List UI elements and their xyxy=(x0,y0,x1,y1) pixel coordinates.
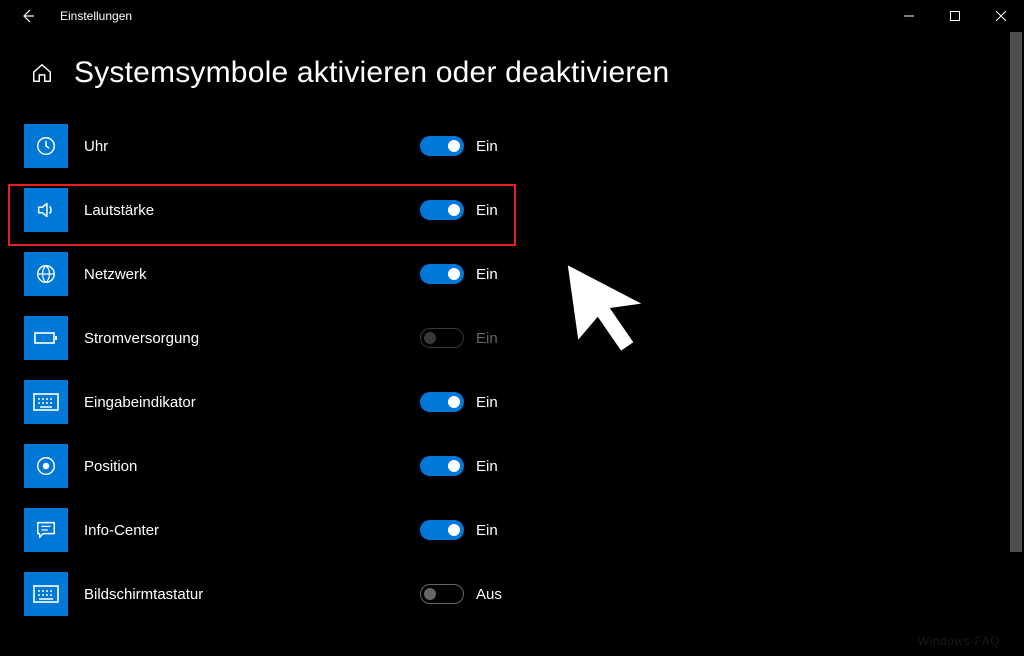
toggle-wrap: Ein xyxy=(420,136,498,156)
list-item-touch-keyboard: Bildschirmtastatur Aus xyxy=(24,562,1024,626)
toggle-input[interactable] xyxy=(420,392,464,412)
toggle-action-center[interactable] xyxy=(420,520,464,540)
list-item-action-center: Info-Center Ein xyxy=(24,498,1024,562)
back-arrow-icon xyxy=(20,8,36,24)
toggle-clock[interactable] xyxy=(420,136,464,156)
action-center-icon xyxy=(24,508,68,552)
toggle-wrap: Ein xyxy=(420,328,498,348)
toggle-wrap: Ein xyxy=(420,456,498,476)
list-item-network: Netzwerk Ein xyxy=(24,242,1024,306)
volume-icon xyxy=(24,188,68,232)
watermark: Windows-FAQ xyxy=(918,634,1000,648)
toggle-wrap: Ein xyxy=(420,264,498,284)
globe-icon xyxy=(24,252,68,296)
minimize-button[interactable] xyxy=(886,0,932,32)
list-item-label: Position xyxy=(84,458,404,475)
close-icon xyxy=(996,11,1006,21)
list-item-label: Bildschirmtastatur xyxy=(84,586,404,603)
toggle-network[interactable] xyxy=(420,264,464,284)
list-item-volume: Lautstärke Ein xyxy=(24,178,1024,242)
page-title: Systemsymbole aktivieren oder deaktivier… xyxy=(74,56,669,90)
list-item-power: Stromversorgung Ein xyxy=(24,306,1024,370)
battery-icon xyxy=(24,316,68,360)
toggle-volume[interactable] xyxy=(420,200,464,220)
window-controls xyxy=(886,0,1024,32)
toggle-wrap: Ein xyxy=(420,392,498,412)
back-button[interactable] xyxy=(12,8,44,24)
list-item-label: Eingabeindikator xyxy=(84,394,404,411)
location-icon xyxy=(24,444,68,488)
toggle-wrap: Aus xyxy=(420,584,502,604)
maximize-icon xyxy=(950,11,960,21)
list-item-input: Eingabeindikator Ein xyxy=(24,370,1024,434)
toggle-state-label: Ein xyxy=(476,394,498,411)
toggle-state-label: Ein xyxy=(476,138,498,155)
list-item-label: Netzwerk xyxy=(84,266,404,283)
toggle-state-label: Ein xyxy=(476,330,498,347)
titlebar: Einstellungen xyxy=(0,0,1024,32)
toggle-state-label: Aus xyxy=(476,586,502,603)
toggle-power xyxy=(420,328,464,348)
window-title: Einstellungen xyxy=(60,9,132,23)
list-item-clock: Uhr Ein xyxy=(24,114,1024,178)
clock-icon xyxy=(24,124,68,168)
close-button[interactable] xyxy=(978,0,1024,32)
touch-keyboard-icon xyxy=(24,572,68,616)
page-header: Systemsymbole aktivieren oder deaktivier… xyxy=(28,56,996,90)
home-icon xyxy=(31,62,53,84)
home-button[interactable] xyxy=(28,59,56,87)
toggle-state-label: Ein xyxy=(476,266,498,283)
list-item-label: Info-Center xyxy=(84,522,404,539)
maximize-button[interactable] xyxy=(932,0,978,32)
toggle-state-label: Ein xyxy=(476,458,498,475)
list-item-label: Lautstärke xyxy=(84,202,404,219)
scrollbar-thumb[interactable] xyxy=(1010,32,1022,552)
toggle-touch-keyboard[interactable] xyxy=(420,584,464,604)
toggle-state-label: Ein xyxy=(476,202,498,219)
toggle-wrap: Ein xyxy=(420,200,498,220)
list-item-label: Uhr xyxy=(84,138,404,155)
system-icons-list: Uhr Ein Lautstärke Ein Netzwerk Ein St xyxy=(0,114,1024,626)
minimize-icon xyxy=(904,11,914,21)
toggle-state-label: Ein xyxy=(476,522,498,539)
list-item-location: Position Ein xyxy=(24,434,1024,498)
list-item-label: Stromversorgung xyxy=(84,330,404,347)
vertical-scrollbar[interactable] xyxy=(1008,32,1024,656)
toggle-wrap: Ein xyxy=(420,520,498,540)
keyboard-icon xyxy=(24,380,68,424)
toggle-location[interactable] xyxy=(420,456,464,476)
